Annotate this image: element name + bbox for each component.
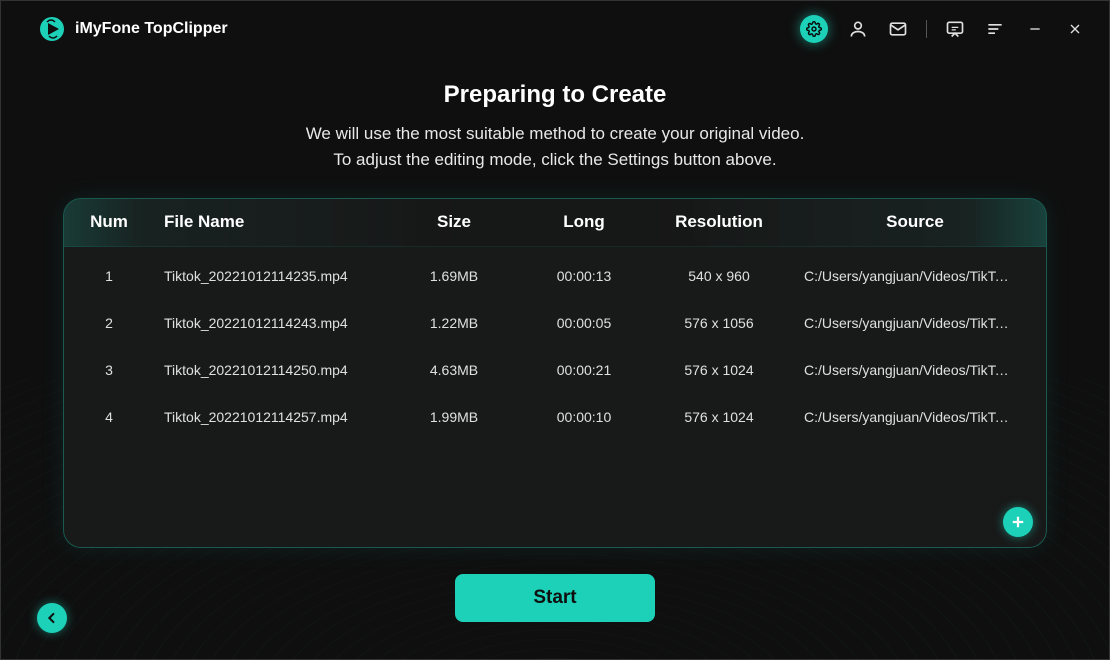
settings-button[interactable] xyxy=(800,15,828,43)
header-filename: File Name xyxy=(154,212,394,232)
cell-source: C:/Users/yangjuan/Videos/TikTok_20221012… xyxy=(784,315,1046,331)
back-button[interactable] xyxy=(37,603,67,633)
cell-size: 1.69MB xyxy=(394,268,514,284)
table-header: Num File Name Size Long Resolution Sourc… xyxy=(64,199,1046,247)
cell-long: 00:00:10 xyxy=(514,409,654,425)
cell-num: 2 xyxy=(64,315,154,331)
start-button[interactable]: Start xyxy=(455,574,655,622)
main-content: Preparing to Create We will use the most… xyxy=(1,57,1109,622)
divider xyxy=(926,20,927,38)
minimize-button[interactable] xyxy=(1019,13,1051,45)
page-title: Preparing to Create xyxy=(444,81,667,109)
app-title: iMyFone TopClipper xyxy=(75,20,228,38)
cell-filename: Tiktok_20221012114243.mp4 xyxy=(154,315,394,331)
table-body: 1Tiktok_20221012114235.mp41.69MB00:00:13… xyxy=(64,247,1046,441)
cell-long: 00:00:21 xyxy=(514,362,654,378)
file-table-panel: Num File Name Size Long Resolution Sourc… xyxy=(63,198,1047,548)
header-source: Source xyxy=(784,212,1046,232)
header-long: Long xyxy=(514,212,654,232)
table-row[interactable]: 2Tiktok_20221012114243.mp41.22MB00:00:05… xyxy=(64,300,1046,347)
cell-resolution: 576 x 1024 xyxy=(654,362,784,378)
menu-button[interactable] xyxy=(979,13,1011,45)
feedback-button[interactable] xyxy=(939,13,971,45)
header-num: Num xyxy=(64,212,154,232)
app-logo-group: iMyFone TopClipper xyxy=(39,16,228,42)
cell-size: 4.63MB xyxy=(394,362,514,378)
cell-resolution: 540 x 960 xyxy=(654,268,784,284)
titlebar-controls xyxy=(800,13,1091,45)
cell-num: 4 xyxy=(64,409,154,425)
cell-resolution: 576 x 1024 xyxy=(654,409,784,425)
add-file-button[interactable] xyxy=(1003,507,1033,537)
page-subtitle: We will use the most suitable method to … xyxy=(306,121,805,174)
cell-filename: Tiktok_20221012114250.mp4 xyxy=(154,362,394,378)
table-row[interactable]: 1Tiktok_20221012114235.mp41.69MB00:00:13… xyxy=(64,253,1046,300)
titlebar: iMyFone TopClipper xyxy=(1,1,1109,57)
cell-num: 1 xyxy=(64,268,154,284)
cell-source: C:/Users/yangjuan/Videos/TikTok_20221012… xyxy=(784,268,1046,284)
cell-long: 00:00:05 xyxy=(514,315,654,331)
header-size: Size xyxy=(394,212,514,232)
cell-size: 1.22MB xyxy=(394,315,514,331)
account-button[interactable] xyxy=(842,13,874,45)
subtitle-line-1: We will use the most suitable method to … xyxy=(306,121,805,147)
mail-button[interactable] xyxy=(882,13,914,45)
cell-source: C:/Users/yangjuan/Videos/TikTok_20221012… xyxy=(784,409,1046,425)
header-resolution: Resolution xyxy=(654,212,784,232)
cell-filename: Tiktok_20221012114235.mp4 xyxy=(154,268,394,284)
cell-source: C:/Users/yangjuan/Videos/TikTok_20221012… xyxy=(784,362,1046,378)
cell-long: 00:00:13 xyxy=(514,268,654,284)
cell-resolution: 576 x 1056 xyxy=(654,315,784,331)
cell-filename: Tiktok_20221012114257.mp4 xyxy=(154,409,394,425)
table-row[interactable]: 3Tiktok_20221012114250.mp44.63MB00:00:21… xyxy=(64,347,1046,394)
cell-size: 1.99MB xyxy=(394,409,514,425)
cell-num: 3 xyxy=(64,362,154,378)
close-button[interactable] xyxy=(1059,13,1091,45)
app-logo-icon xyxy=(39,16,65,42)
subtitle-line-2: To adjust the editing mode, click the Se… xyxy=(306,147,805,173)
table-row[interactable]: 4Tiktok_20221012114257.mp41.99MB00:00:10… xyxy=(64,394,1046,441)
